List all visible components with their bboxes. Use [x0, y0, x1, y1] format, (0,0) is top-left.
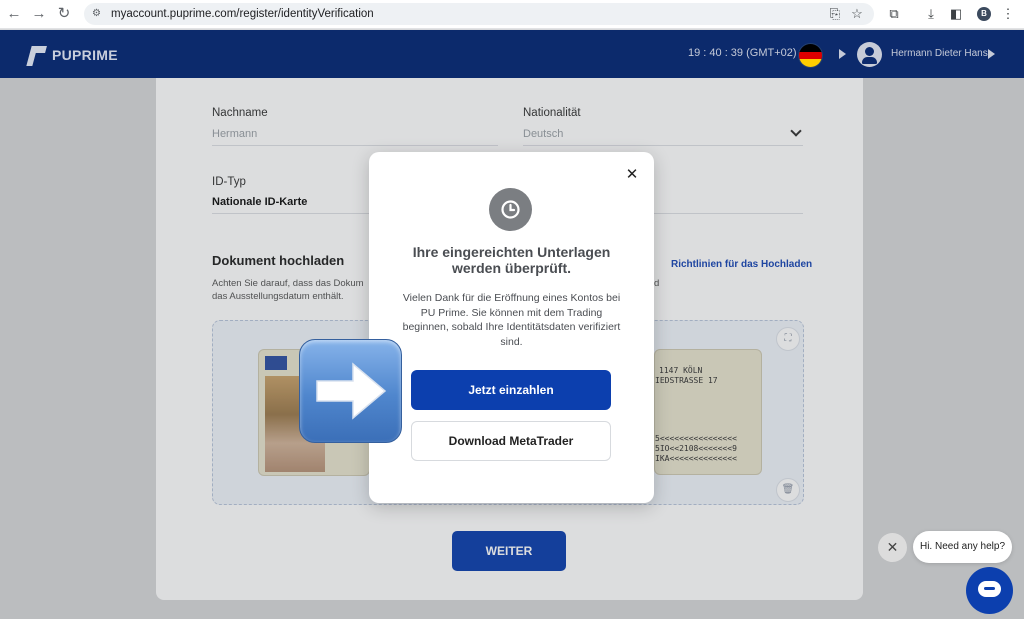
side-panel-icon[interactable]: ◧: [946, 4, 966, 24]
german-flag-icon[interactable]: [798, 43, 823, 68]
download-icon[interactable]: ⤓: [921, 4, 941, 24]
bookmark-star-icon[interactable]: ☆: [847, 4, 867, 24]
language-menu-arrow-icon[interactable]: [839, 49, 846, 59]
profile-avatar[interactable]: B: [977, 7, 991, 21]
chat-dismiss-icon[interactable]: ✕: [878, 533, 907, 562]
address-bar[interactable]: ⚙ myaccount.puprime.com/register/identit…: [84, 3, 874, 25]
chat-launcher-icon[interactable]: [966, 567, 1013, 614]
right-arrow-icon: [299, 339, 402, 443]
back-icon[interactable]: ←: [4, 4, 24, 24]
reload-icon[interactable]: ↻: [54, 4, 74, 24]
logo-mark-icon: [27, 44, 47, 66]
clock-icon: [489, 188, 532, 231]
user-name[interactable]: Hermann Dieter Hans: [891, 48, 988, 59]
install-app-icon[interactable]: ⎘: [825, 4, 845, 24]
puprime-logo[interactable]: PUPRIME: [27, 44, 118, 66]
close-icon[interactable]: ✕: [622, 165, 642, 185]
forward-icon[interactable]: →: [29, 4, 49, 24]
modal-message: Vielen Dank für die Eröffnung eines Kont…: [402, 292, 621, 348]
chat-greeting[interactable]: Hi. Need any help?: [913, 531, 1012, 563]
site-settings-icon[interactable]: ⚙: [92, 8, 104, 20]
server-clock: 19 : 40 : 39 (GMT+02): [688, 47, 797, 59]
extensions-icon[interactable]: ⧉: [884, 4, 904, 24]
verification-pending-modal: ✕ Ihre eingereichten Unterlagen werden ü…: [369, 152, 654, 503]
url-text: myaccount.puprime.com/register/identityV…: [111, 8, 374, 20]
deposit-now-button[interactable]: Jetzt einzahlen: [411, 370, 611, 410]
logo-text: PUPRIME: [52, 47, 118, 63]
user-menu-arrow-icon[interactable]: [988, 49, 995, 59]
download-metatrader-button[interactable]: Download MetaTrader: [411, 421, 611, 461]
browser-toolbar: ← → ↻ ⚙ myaccount.puprime.com/register/i…: [0, 0, 1024, 29]
modal-title: Ihre eingereichten Unterlagen werden übe…: [412, 244, 611, 276]
browser-menu-icon[interactable]: ⋮: [998, 4, 1018, 24]
user-avatar-icon[interactable]: [857, 42, 882, 67]
